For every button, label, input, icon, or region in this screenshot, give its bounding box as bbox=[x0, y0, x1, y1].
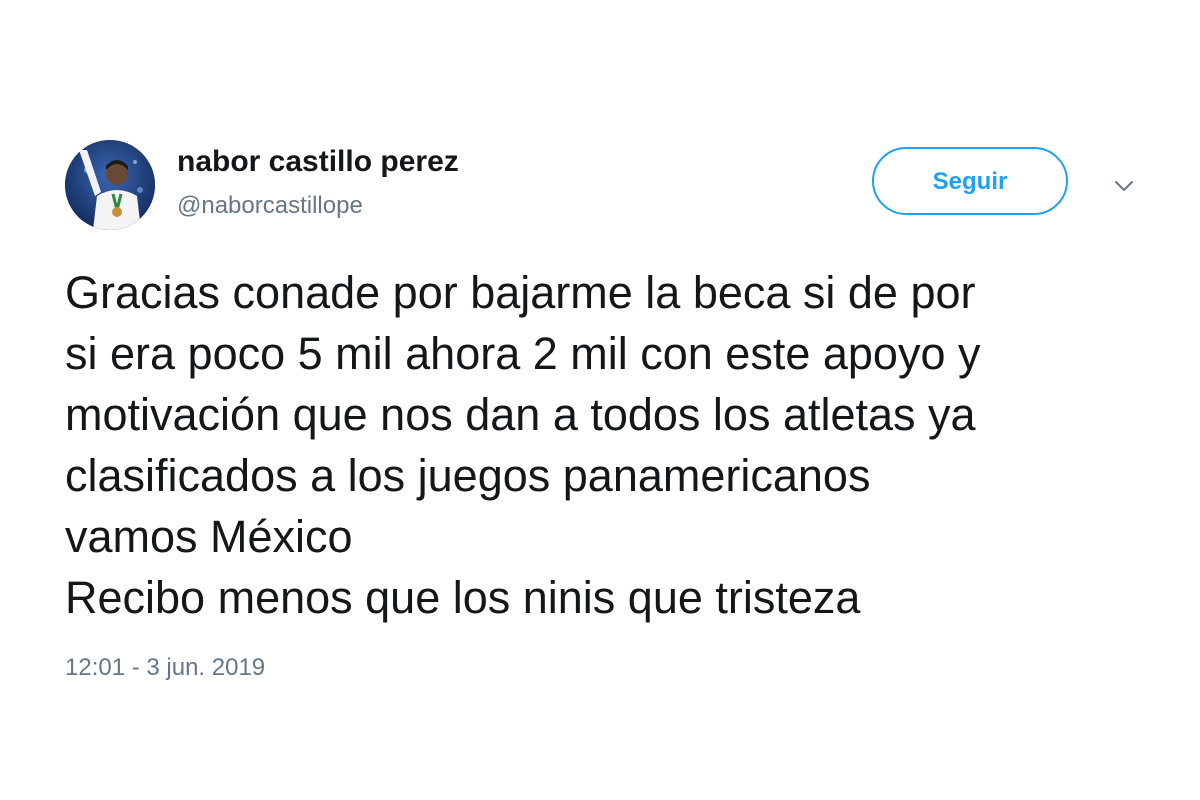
tweet-text-line: Recibo menos que los ninis que tristeza bbox=[65, 572, 861, 623]
user-handle[interactable]: @naborcastillope bbox=[177, 192, 363, 220]
tweet-text-line: si era poco 5 mil ahora 2 mil con este a… bbox=[65, 328, 981, 379]
tweet-text: Gracias conade por bajarme la beca si de… bbox=[65, 262, 1155, 628]
tweet-card: nabor castillo perez @naborcastillope Se… bbox=[0, 0, 1200, 800]
tweet-text-line: vamos México bbox=[65, 511, 353, 562]
chevron-down-icon[interactable] bbox=[1110, 176, 1138, 196]
tweet-timestamp[interactable]: 12:01 - 3 jun. 2019 bbox=[65, 654, 265, 682]
tweet-text-line: Gracias conade por bajarme la beca si de… bbox=[65, 267, 976, 318]
profile-photo-icon bbox=[65, 140, 155, 230]
display-name[interactable]: nabor castillo perez bbox=[177, 145, 459, 179]
follow-button[interactable]: Seguir bbox=[872, 147, 1068, 215]
tweet-text-line: clasificados a los juegos panamericanos bbox=[65, 450, 871, 501]
avatar[interactable] bbox=[65, 140, 155, 230]
tweet-text-line: motivación que nos dan a todos los atlet… bbox=[65, 389, 976, 440]
